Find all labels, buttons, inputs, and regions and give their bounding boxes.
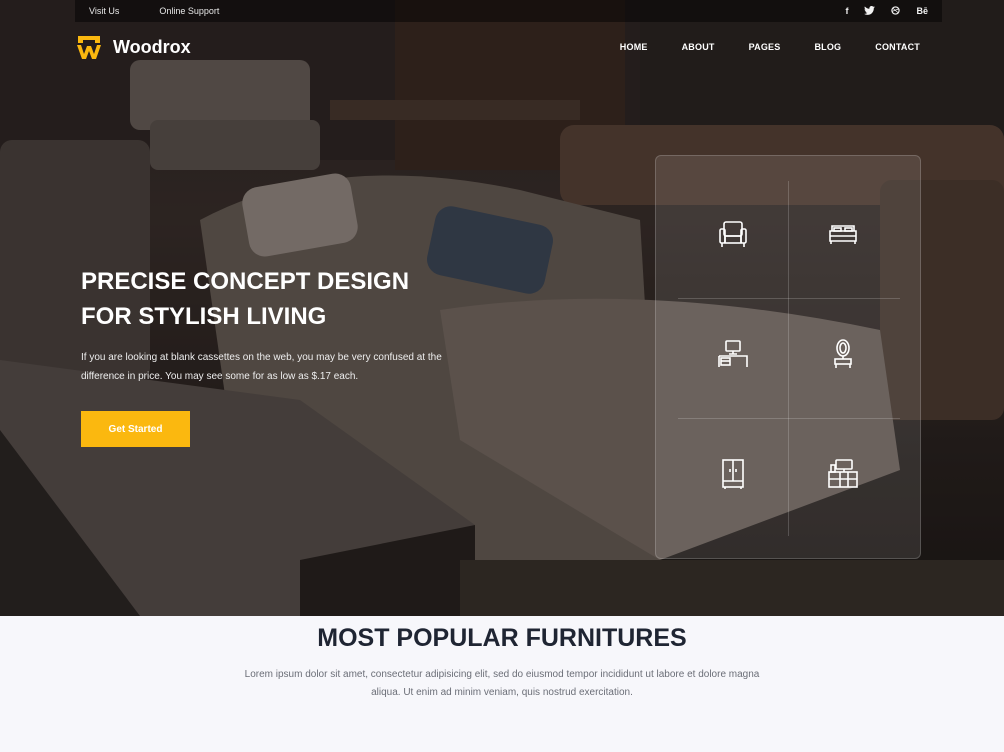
hero-description: If you are looking at blank cassettes on… (81, 348, 461, 386)
wardrobe-icon (722, 459, 744, 489)
nav-about[interactable]: ABOUT (682, 42, 715, 52)
nav-menu: HOME ABOUT PAGES BLOG CONTACT (620, 42, 920, 52)
top-links: Visit Us Online Support (89, 6, 219, 16)
nav-pages[interactable]: PAGES (749, 42, 781, 52)
nav-contact[interactable]: CONTACT (875, 42, 920, 52)
panel-divider-horizontal-2 (678, 418, 900, 419)
nav-blog[interactable]: BLOG (814, 42, 841, 52)
brand-name: Woodrox (113, 36, 191, 57)
panel-divider-horizontal-1 (678, 298, 900, 299)
category-tv-cabinet[interactable] (825, 456, 861, 492)
section-description: Lorem ipsum dolor sit amet, consectetur … (222, 666, 782, 702)
brand[interactable]: Woodrox (75, 33, 191, 61)
category-bed[interactable] (825, 216, 861, 252)
hero-title: PRECISE CONCEPT DESIGN FOR STYLISH LIVIN… (81, 264, 501, 334)
hero-desc-line-1: If you are looking at blank cassettes on… (81, 352, 442, 363)
mirror-icon (834, 339, 852, 368)
social-links: f Bē (845, 5, 928, 17)
section-desc-line-2: aliqua. Ut enim ad minim veniam, quis no… (371, 687, 633, 698)
visit-us-link[interactable]: Visit Us (89, 6, 119, 16)
armchair-icon (719, 221, 747, 247)
section-desc-line-1: Lorem ipsum dolor sit amet, consectetur … (244, 669, 760, 680)
category-wardrobe[interactable] (715, 456, 751, 492)
woodrox-logo-icon (77, 36, 101, 59)
category-desk[interactable] (715, 336, 751, 372)
panel-divider-vertical (788, 181, 789, 536)
facebook-icon[interactable]: f (845, 6, 848, 16)
behance-icon[interactable]: Bē (916, 6, 928, 16)
bed-icon (829, 225, 857, 244)
nav-home[interactable]: HOME (620, 42, 648, 52)
top-bar: Visit Us Online Support f Bē (75, 0, 942, 22)
tv-cabinet-icon (828, 459, 858, 488)
main-navbar: Woodrox HOME ABOUT PAGES BLOG CONTACT (75, 30, 920, 64)
get-started-button[interactable]: Get Started (81, 411, 190, 447)
category-mirror[interactable] (825, 336, 861, 372)
section-title: MOST POPULAR FURNITURES (317, 624, 687, 652)
hero-title-line-2: FOR STYLISH LIVING (81, 303, 327, 330)
hero-title-line-1: PRECISE CONCEPT DESIGN (81, 268, 410, 295)
dribbble-icon[interactable] (891, 5, 901, 17)
category-panel (655, 155, 921, 559)
twitter-icon[interactable] (864, 5, 876, 17)
desk-icon (718, 340, 748, 367)
hero-desc-line-2: difference in price. You may see some fo… (81, 371, 359, 382)
category-armchair[interactable] (715, 216, 751, 252)
online-support-link[interactable]: Online Support (159, 6, 219, 16)
